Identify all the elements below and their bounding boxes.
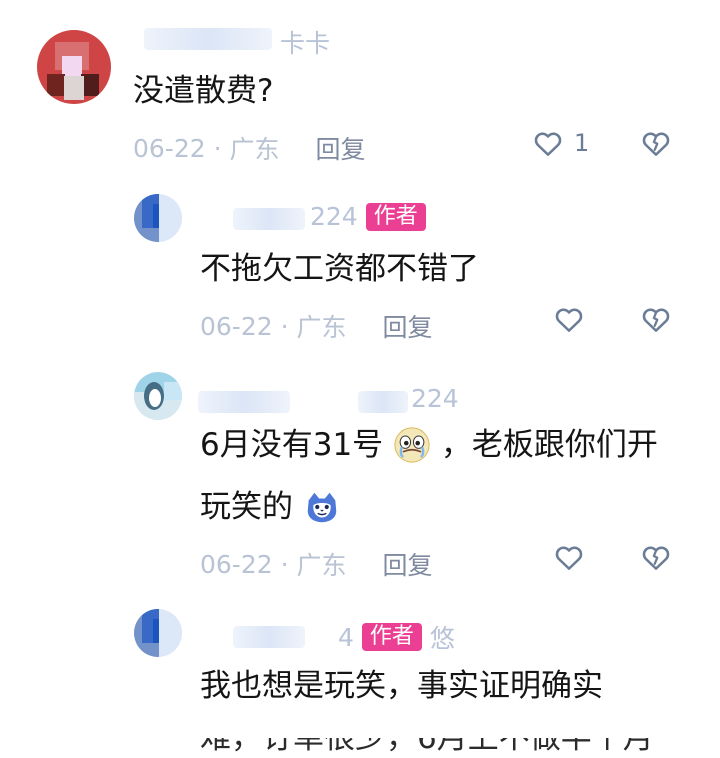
username-blur xyxy=(144,28,272,50)
comment-date: 06-22 xyxy=(200,311,273,341)
author-name-suffix: 224 xyxy=(310,202,358,231)
comment-date: 06-22 xyxy=(133,133,206,163)
meta-separator: · xyxy=(272,549,297,579)
comment-item-2: 224 作者 不拖欠工资都不错了 06-22 · 广东 回复 xyxy=(0,180,720,350)
username-blur xyxy=(198,391,290,413)
broken-heart-outline-icon xyxy=(642,546,670,570)
comment-text-segment: 玩笑的 xyxy=(200,489,293,525)
author-name-suffix: 卡卡 xyxy=(280,29,331,58)
comment-item-4: 4 作者 悠 我也想是玩笑，事实证明确实 难，订单很少，6月上不做半个月 xyxy=(0,595,720,756)
author-name-suffix: 224 xyxy=(411,384,459,413)
comment-author[interactable]: 4 作者 悠 xyxy=(338,619,455,655)
author-name-suffix: 悠 xyxy=(429,624,455,653)
comment-text-segment: 6月没有31号 xyxy=(200,427,384,463)
reply-button[interactable]: 回复 xyxy=(383,546,433,582)
like-count: 1 xyxy=(574,129,590,157)
comment-text: 不拖欠工资都不错了 xyxy=(200,251,479,287)
dislike-action[interactable] xyxy=(638,540,674,574)
heart-outline-icon xyxy=(534,132,562,156)
comment-location: 广东 xyxy=(229,135,280,164)
comment-text-line-2: 玩笑的 xyxy=(200,488,341,528)
meta-separator: · xyxy=(205,133,230,163)
comment-author[interactable]: 卡卡 xyxy=(280,24,330,60)
username-blur xyxy=(233,626,305,648)
broken-heart-outline-icon xyxy=(642,308,670,332)
comment-author[interactable]: 224 xyxy=(411,384,459,413)
avatar[interactable] xyxy=(37,30,111,104)
comment-item-1: 卡卡 没遣散费? 06-22 · 广东 回复 1 xyxy=(0,0,720,180)
meta-separator: · xyxy=(272,311,297,341)
like-action[interactable]: 1 xyxy=(530,126,589,160)
cutoff-mask xyxy=(0,720,720,738)
heart-outline-icon xyxy=(555,308,583,332)
author-badge: 作者 xyxy=(365,202,426,231)
dog-face-icon xyxy=(307,492,337,522)
comment-date: 06-22 xyxy=(200,549,273,579)
reply-button[interactable]: 回复 xyxy=(316,130,366,166)
reply-button[interactable]: 回复 xyxy=(383,308,433,344)
comment-text: 没遣散费? xyxy=(133,73,274,109)
author-badge: 作者 xyxy=(361,623,422,651)
avatar[interactable] xyxy=(134,372,182,420)
comment-text: 6月没有31号 ，老板跟你们开 xyxy=(200,426,658,466)
comment-text: 我也想是玩笑，事实证明确实 xyxy=(200,668,603,704)
broken-heart-outline-icon xyxy=(642,132,670,156)
avatar[interactable] xyxy=(134,194,182,242)
author-name-prefix: 4 xyxy=(338,622,354,652)
like-action[interactable] xyxy=(551,302,587,336)
comment-item-3: 224 6月没有31号 ，老板跟你们开 玩笑的 06-22 · 广东 回复 xyxy=(0,350,720,595)
comment-author[interactable]: 224 作者 xyxy=(310,202,426,231)
comment-meta: 06-22 · 广东 回复 xyxy=(133,130,366,166)
like-action[interactable] xyxy=(551,540,587,574)
dislike-action[interactable] xyxy=(638,126,674,160)
avatar[interactable] xyxy=(134,609,182,657)
comment-text-segment: ，老板跟你们开 xyxy=(440,427,658,463)
comment-meta: 06-22 · 广东 回复 xyxy=(200,308,433,344)
comment-location: 广东 xyxy=(296,313,347,342)
dislike-action[interactable] xyxy=(638,302,674,336)
username-blur xyxy=(233,208,305,230)
heart-outline-icon xyxy=(555,546,583,570)
crying-face-icon xyxy=(394,426,430,463)
username-blur xyxy=(358,391,408,413)
comment-meta: 06-22 · 广东 回复 xyxy=(200,546,433,582)
comment-location: 广东 xyxy=(296,551,347,580)
